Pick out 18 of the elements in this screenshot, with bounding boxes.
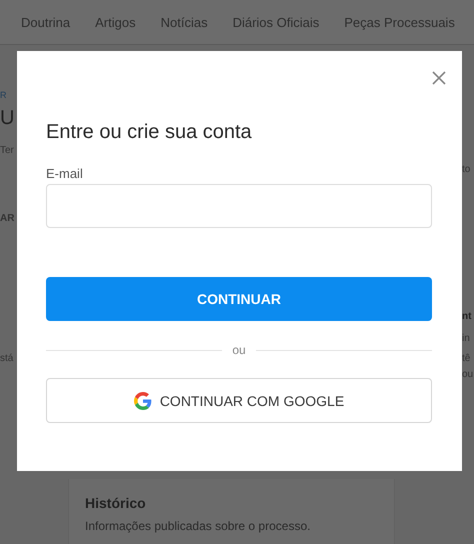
card-title: Histórico xyxy=(85,495,147,511)
google-button[interactable]: CONTINUAR COM GOOGLE xyxy=(46,378,432,423)
divider-text: ou xyxy=(232,343,246,357)
continue-button[interactable]: CONTINUAR xyxy=(46,277,432,321)
nav-link[interactable]: Peças Processuais xyxy=(344,14,455,30)
dialog-title: Entre ou crie sua conta xyxy=(46,121,253,144)
heading-fragment: nt xyxy=(462,311,472,323)
email-label: E-mail xyxy=(46,166,84,181)
heading-fragment: U xyxy=(0,107,16,129)
card-description: Informações publicadas sobre o processo. xyxy=(85,519,312,533)
link-fragment: R xyxy=(0,89,8,101)
google-icon xyxy=(134,392,152,410)
email-field[interactable] xyxy=(46,184,432,228)
nav-link[interactable]: Artigos xyxy=(95,14,136,30)
nav-link[interactable]: Doutrina xyxy=(21,14,70,30)
nav-link[interactable]: Diários Oficiais xyxy=(232,14,320,30)
close-icon[interactable] xyxy=(432,71,446,85)
nav-link[interactable]: Notícias xyxy=(160,14,208,30)
